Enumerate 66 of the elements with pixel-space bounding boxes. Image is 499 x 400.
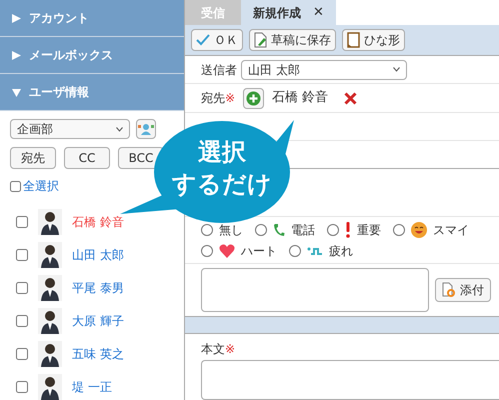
- user-name[interactable]: 堤 一正: [72, 378, 112, 396]
- radio-button[interactable]: [327, 224, 339, 236]
- person-avatar: [38, 308, 62, 334]
- radio-button[interactable]: [393, 224, 405, 236]
- person-avatar: [38, 242, 62, 268]
- remove-icon[interactable]: [344, 92, 358, 104]
- phone-icon: [273, 222, 285, 237]
- attach-button[interactable]: 添付: [435, 278, 491, 302]
- triangle-down-icon: [12, 88, 21, 96]
- user-name[interactable]: 平尾 泰男: [72, 279, 124, 297]
- chevron-down-icon: [116, 126, 123, 132]
- user-checkbox[interactable]: [16, 381, 28, 393]
- triangle-right-icon: [12, 14, 21, 22]
- radio-button[interactable]: [289, 244, 301, 257]
- tab[interactable]: 新規作成 ✕: [241, 0, 336, 25]
- chevron-down-icon: [393, 67, 400, 72]
- mark-label: 無し: [219, 222, 243, 239]
- body-label: 本文※: [201, 340, 236, 358]
- recipient-button[interactable]: 宛先: [10, 147, 56, 169]
- mark-label: ハート: [241, 242, 277, 260]
- mark-label: スマイ: [433, 222, 469, 239]
- person-avatar: [38, 275, 62, 301]
- exclamation-icon: [345, 222, 351, 238]
- add-button[interactable]: [243, 88, 264, 108]
- toolbar-button[interactable]: ＯＫ: [191, 28, 243, 51]
- callout-text: するだけ: [172, 169, 272, 200]
- sender-select[interactable]: 山田 太郎: [241, 60, 407, 80]
- user-checkbox[interactable]: [16, 348, 28, 360]
- recipient-button[interactable]: CC: [64, 147, 110, 169]
- user-checkbox[interactable]: [16, 282, 28, 294]
- template-icon: [347, 32, 360, 48]
- triangle-right-icon: [12, 50, 21, 60]
- close-icon[interactable]: ✕: [313, 2, 324, 22]
- user-name[interactable]: 五味 英之: [72, 345, 124, 363]
- user-checkbox[interactable]: [16, 249, 28, 261]
- select-all-link[interactable]: 全選択: [23, 177, 59, 195]
- person-avatar: [38, 209, 62, 235]
- heart-icon: [219, 244, 235, 258]
- toolbar-button[interactable]: ひな形: [342, 28, 405, 51]
- recipient-name: 石橋 鈴音: [272, 89, 328, 108]
- user-checkbox[interactable]: [16, 315, 28, 327]
- users-button[interactable]: [136, 119, 156, 139]
- group-select[interactable]: 企画部: [10, 119, 130, 139]
- person-avatar: [38, 341, 62, 367]
- select-all-checkbox[interactable]: [10, 180, 21, 192]
- mark-label: 疲れ: [329, 242, 353, 260]
- radio-button[interactable]: [201, 244, 213, 257]
- radio-button[interactable]: [255, 224, 267, 236]
- callout-text: 選択: [198, 137, 246, 168]
- attachment-field[interactable]: [201, 268, 429, 312]
- smile-icon: [411, 222, 427, 238]
- document-icon: [254, 32, 267, 48]
- mark-label: 電話: [291, 222, 315, 239]
- wave-icon: [307, 246, 323, 256]
- user-name[interactable]: 石橋 鈴音: [72, 213, 124, 231]
- user-name[interactable]: 大原 輝子: [72, 312, 124, 330]
- paperclip-document-icon: [442, 282, 456, 298]
- toolbar-button[interactable]: 草稿に保存: [249, 28, 336, 51]
- check-icon: [196, 34, 210, 46]
- to-label: 宛先※: [201, 90, 236, 107]
- mark-label: 重要: [357, 222, 381, 239]
- radio-button[interactable]: [201, 224, 213, 236]
- body-field[interactable]: [201, 360, 499, 400]
- user-name[interactable]: 山田 太郎: [72, 246, 124, 264]
- sender-label: 送信者: [201, 62, 237, 79]
- user-checkbox[interactable]: [16, 216, 28, 228]
